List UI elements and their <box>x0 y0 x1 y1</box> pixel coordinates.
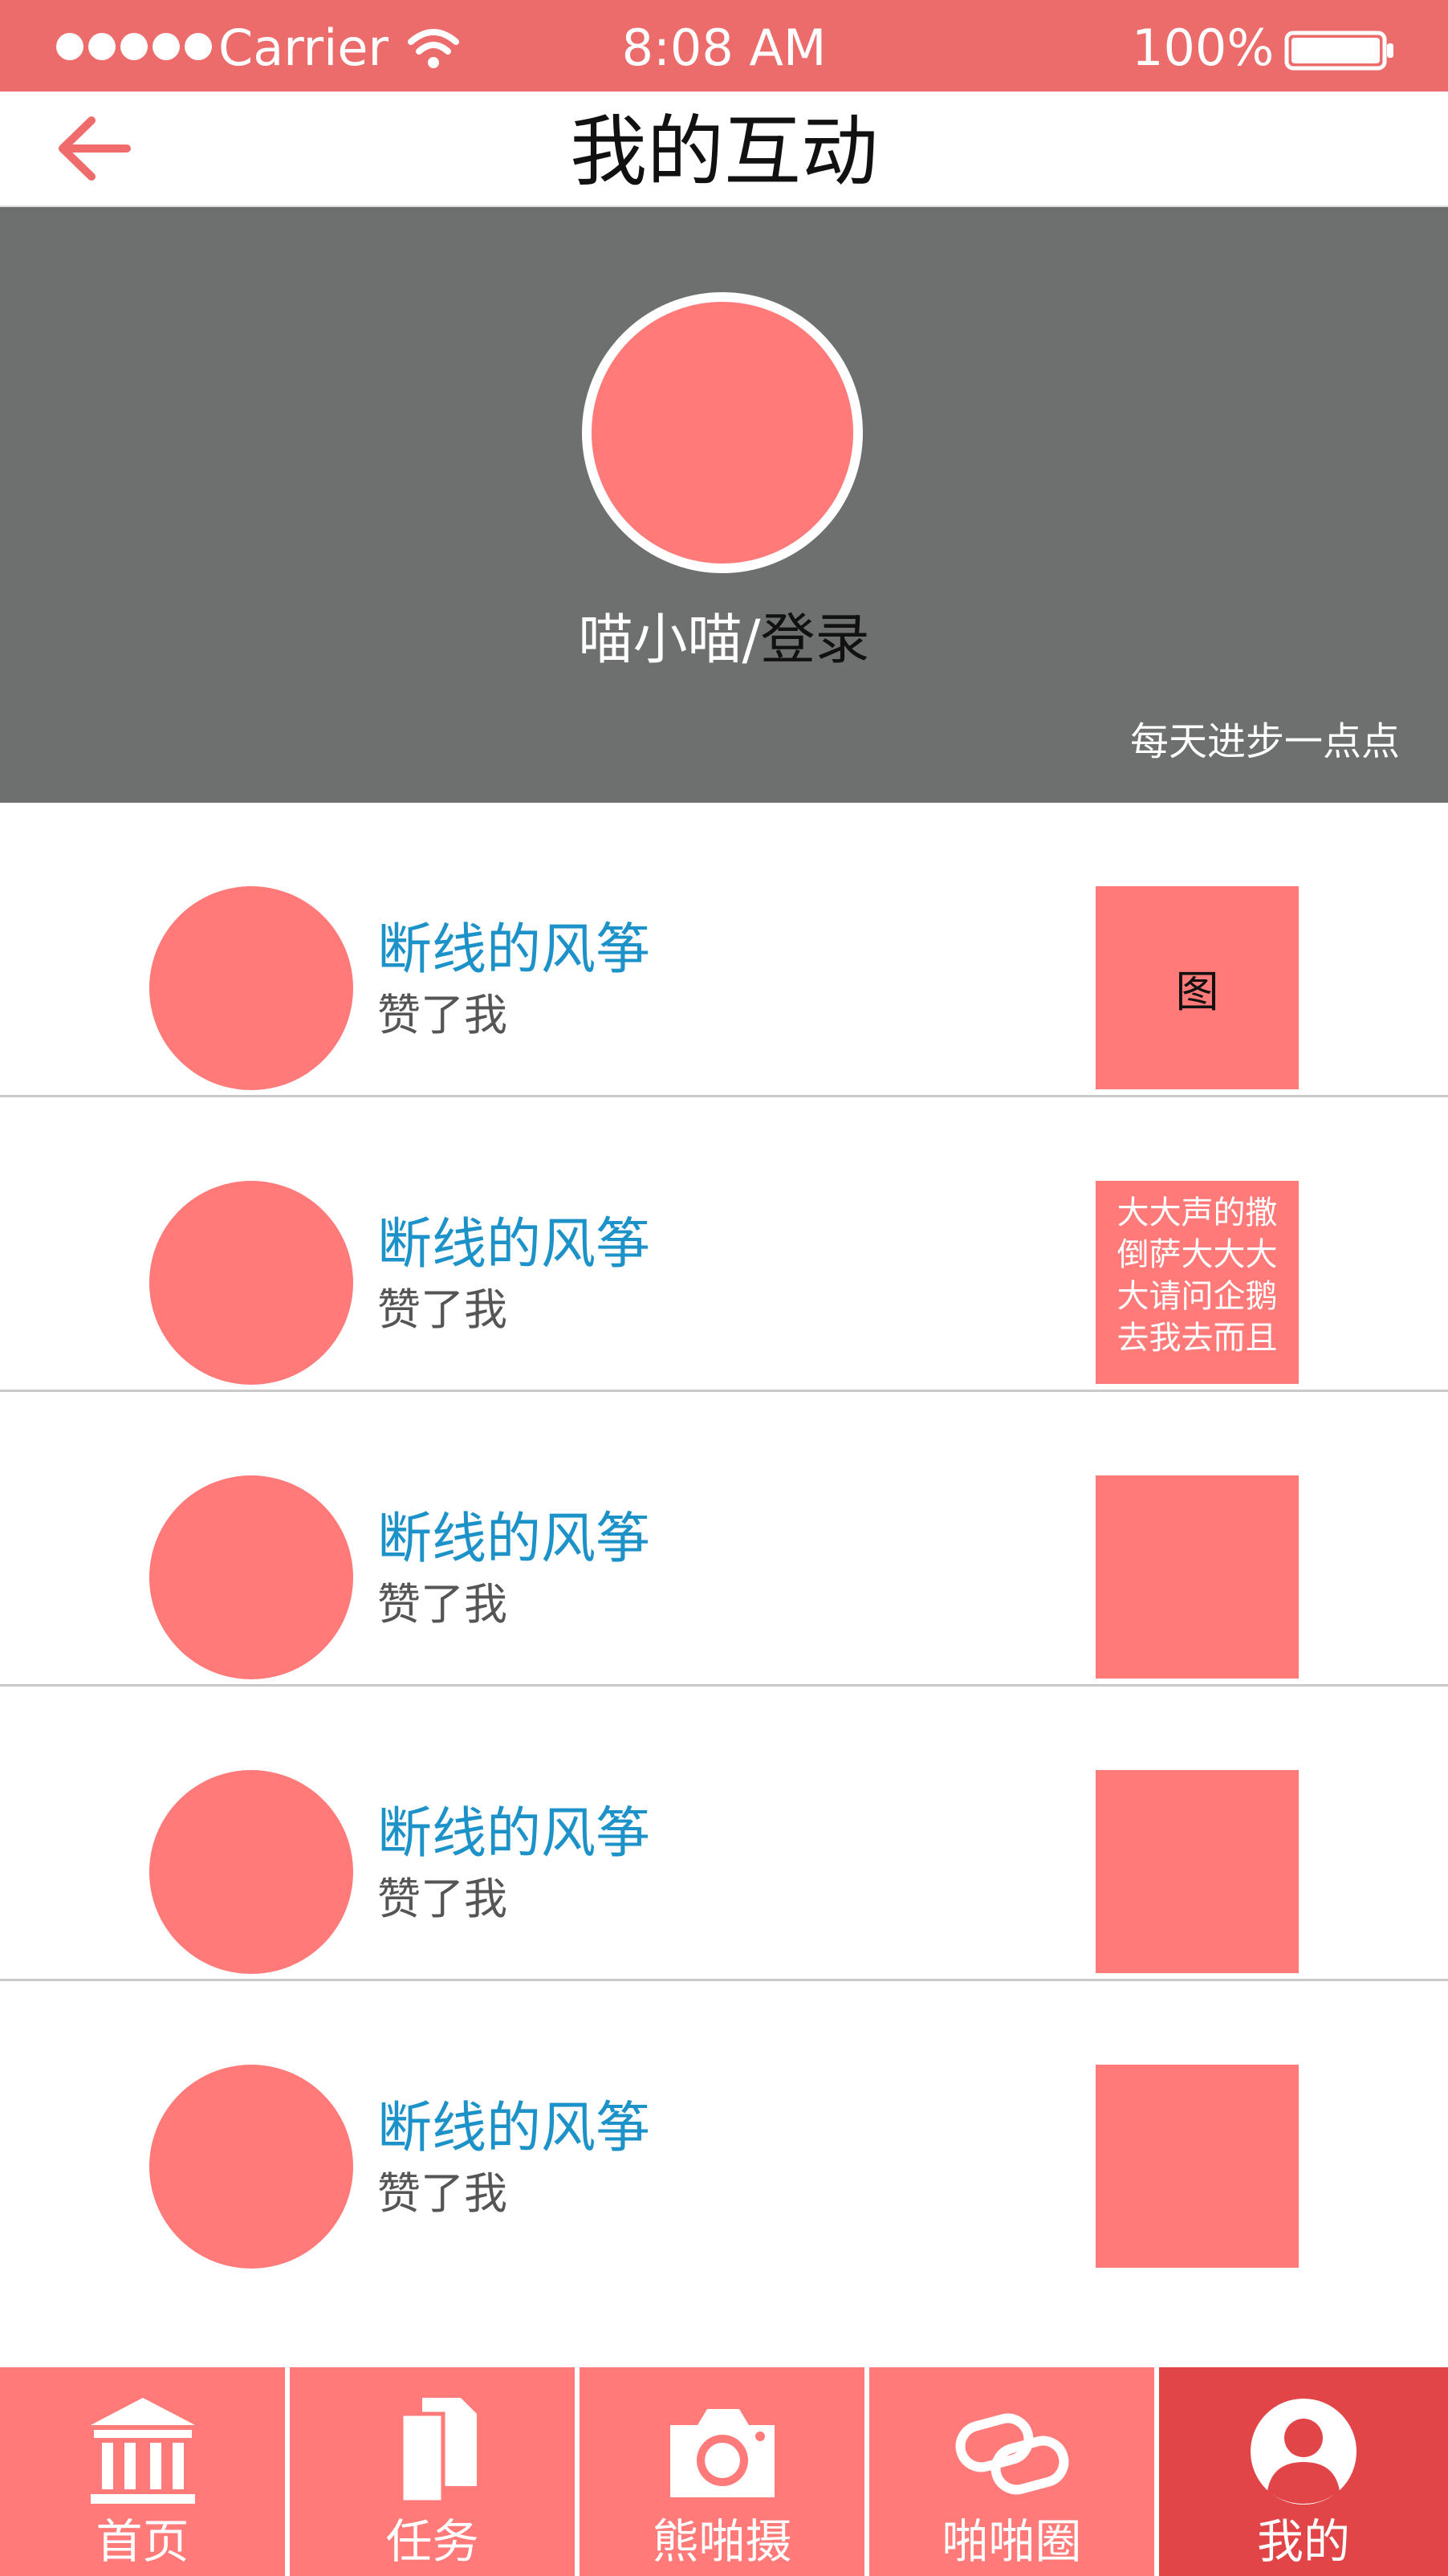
profile-header: 喵小喵/登录 每天进步一点点 <box>0 207 1448 803</box>
user-avatar[interactable] <box>149 2065 353 2269</box>
post-thumbnail[interactable] <box>1096 2065 1299 2268</box>
thumbnail-text: 大大声的撒倒萨大大大大请问企鹅去我去而且 <box>1117 1194 1278 1357</box>
post-thumbnail[interactable] <box>1096 1475 1299 1679</box>
action-text: 赞了我 <box>377 1579 507 1630</box>
user-avatar[interactable] <box>149 1770 353 1974</box>
thumbnail-text: 图 <box>1175 967 1219 1017</box>
tab-label: 熊啪摄 <box>652 2514 792 2569</box>
login-link[interactable]: 登录 <box>760 608 869 672</box>
tab-label: 首页 <box>96 2514 189 2569</box>
username: 喵小喵/ <box>578 608 761 672</box>
list-item[interactable]: 断线的风筝 赞了我 图 <box>0 803 1448 1097</box>
page-title: 我的互动 <box>570 107 878 197</box>
avatar[interactable] <box>582 292 863 573</box>
post-thumbnail[interactable]: 大大声的撒倒萨大大大大请问企鹅去我去而且 <box>1096 1181 1299 1384</box>
link-icon <box>955 2413 1068 2495</box>
user-avatar[interactable] <box>149 1475 353 1679</box>
tab-label: 啪啪圈 <box>942 2514 1082 2569</box>
action-text: 赞了我 <box>377 990 507 1040</box>
list-item[interactable]: 断线的风筝 赞了我 大大声的撒倒萨大大大大请问企鹅去我去而且 <box>0 1097 1448 1392</box>
user-name[interactable]: 断线的风筝 <box>377 917 650 984</box>
list-item[interactable]: 断线的风筝 赞了我 <box>0 1981 1448 2276</box>
list-item[interactable]: 断线的风筝 赞了我 <box>0 1687 1448 1981</box>
tab-tasks[interactable]: 任务 <box>290 2367 580 2576</box>
user-avatar[interactable] <box>149 1181 353 1385</box>
bank-icon <box>90 2398 195 2504</box>
user-icon <box>1251 2399 1356 2505</box>
post-thumbnail[interactable] <box>1096 1770 1299 1973</box>
tab-home[interactable]: 首页 <box>0 2367 290 2576</box>
tab-circle[interactable]: 啪啪圈 <box>869 2367 1159 2576</box>
user-name[interactable]: 断线的风筝 <box>377 1801 650 1868</box>
battery-percent: 100% <box>1132 18 1275 77</box>
tab-label: 我的 <box>1256 2514 1350 2569</box>
action-text: 赞了我 <box>377 1874 507 1924</box>
user-avatar[interactable] <box>149 886 353 1090</box>
action-text: 赞了我 <box>377 1284 507 1335</box>
username-login[interactable]: 喵小喵/登录 <box>0 607 1448 674</box>
battery-icon <box>1284 31 1393 71</box>
status-bar: Carrier 8:08 AM 100% <box>0 0 1448 92</box>
tab-camera[interactable]: 熊啪摄 <box>580 2367 869 2576</box>
post-thumbnail[interactable]: 图 <box>1096 886 1299 1089</box>
tab-mine[interactable]: 我的 <box>1159 2367 1448 2576</box>
list-item[interactable]: 断线的风筝 赞了我 <box>0 1392 1448 1687</box>
documents-icon <box>399 2398 477 2505</box>
motto-text: 每天进步一点点 <box>1129 719 1400 764</box>
user-name[interactable]: 断线的风筝 <box>377 2095 650 2163</box>
nav-bar: 我的互动 <box>0 92 1448 208</box>
user-name[interactable]: 断线的风筝 <box>377 1211 650 1279</box>
user-name[interactable]: 断线的风筝 <box>377 1506 650 1573</box>
tab-label: 任务 <box>385 2514 479 2569</box>
action-text: 赞了我 <box>377 2168 507 2219</box>
camera-icon <box>669 2409 775 2497</box>
tab-bar: 首页 任务 熊啪摄 啪啪圈 我的 <box>0 2367 1448 2576</box>
